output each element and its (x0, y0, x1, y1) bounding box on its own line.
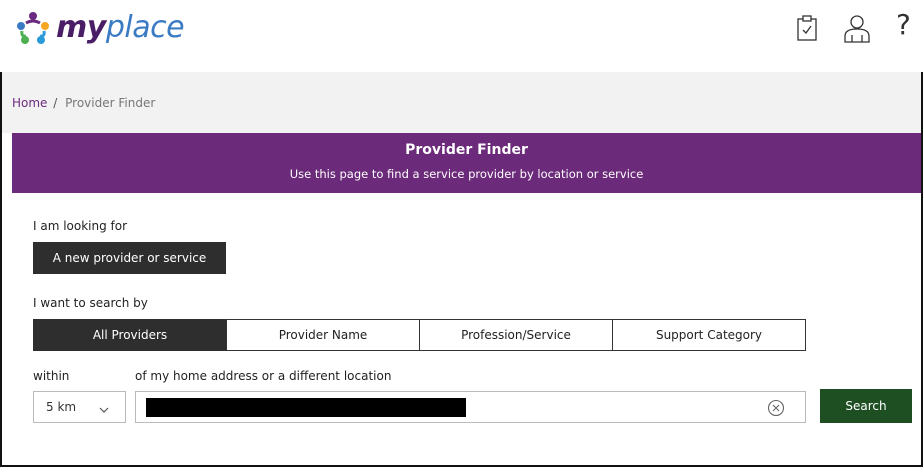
logo-wordmark: myplace (56, 10, 185, 45)
breadcrumb-separator: / (53, 96, 58, 110)
help-icon[interactable]: ? (896, 8, 911, 41)
distance-value: 5 km (46, 400, 77, 414)
myplace-logo-icon (17, 11, 49, 44)
looking-for-label: I am looking for (33, 219, 128, 233)
search-by-label: I want to search by (33, 296, 148, 310)
top-header: myplace ? (0, 0, 923, 72)
breadcrumb-bar: Home / Provider Finder (2, 72, 921, 133)
logo-my-text: my (56, 10, 106, 45)
breadcrumb-home-link[interactable]: Home (12, 96, 47, 110)
page-subtitle: Use this page to find a service provider… (289, 167, 644, 181)
distance-select[interactable]: 5 km (33, 391, 126, 423)
location-input[interactable] (135, 391, 806, 423)
clipboard-check-icon[interactable] (796, 14, 818, 46)
page-title: Provider Finder (405, 142, 528, 158)
looking-for-button[interactable]: A new provider or service (33, 242, 226, 274)
myplace-logo[interactable]: myplace (16, 10, 185, 45)
breadcrumb: Home / Provider Finder (12, 96, 155, 110)
breadcrumb-current: Provider Finder (65, 96, 156, 110)
tab-provider-name[interactable]: Provider Name (226, 319, 420, 351)
location-label: of my home address or a different locati… (135, 369, 392, 383)
page-banner: Provider Finder Use this page to find a … (12, 133, 921, 193)
search-button[interactable]: Search (820, 389, 912, 423)
tab-profession-service[interactable]: Profession/Service (419, 319, 613, 351)
tab-all-providers[interactable]: All Providers (33, 319, 227, 351)
redacted-address (146, 398, 466, 417)
clear-icon[interactable] (767, 399, 785, 421)
user-icon[interactable] (843, 14, 871, 48)
chevron-down-icon (99, 403, 109, 417)
within-label: within (33, 369, 70, 383)
logo-place-text: place (105, 10, 185, 45)
search-by-tabs: All Providers Provider Name Profession/S… (33, 319, 806, 351)
tab-support-category[interactable]: Support Category (612, 319, 806, 351)
